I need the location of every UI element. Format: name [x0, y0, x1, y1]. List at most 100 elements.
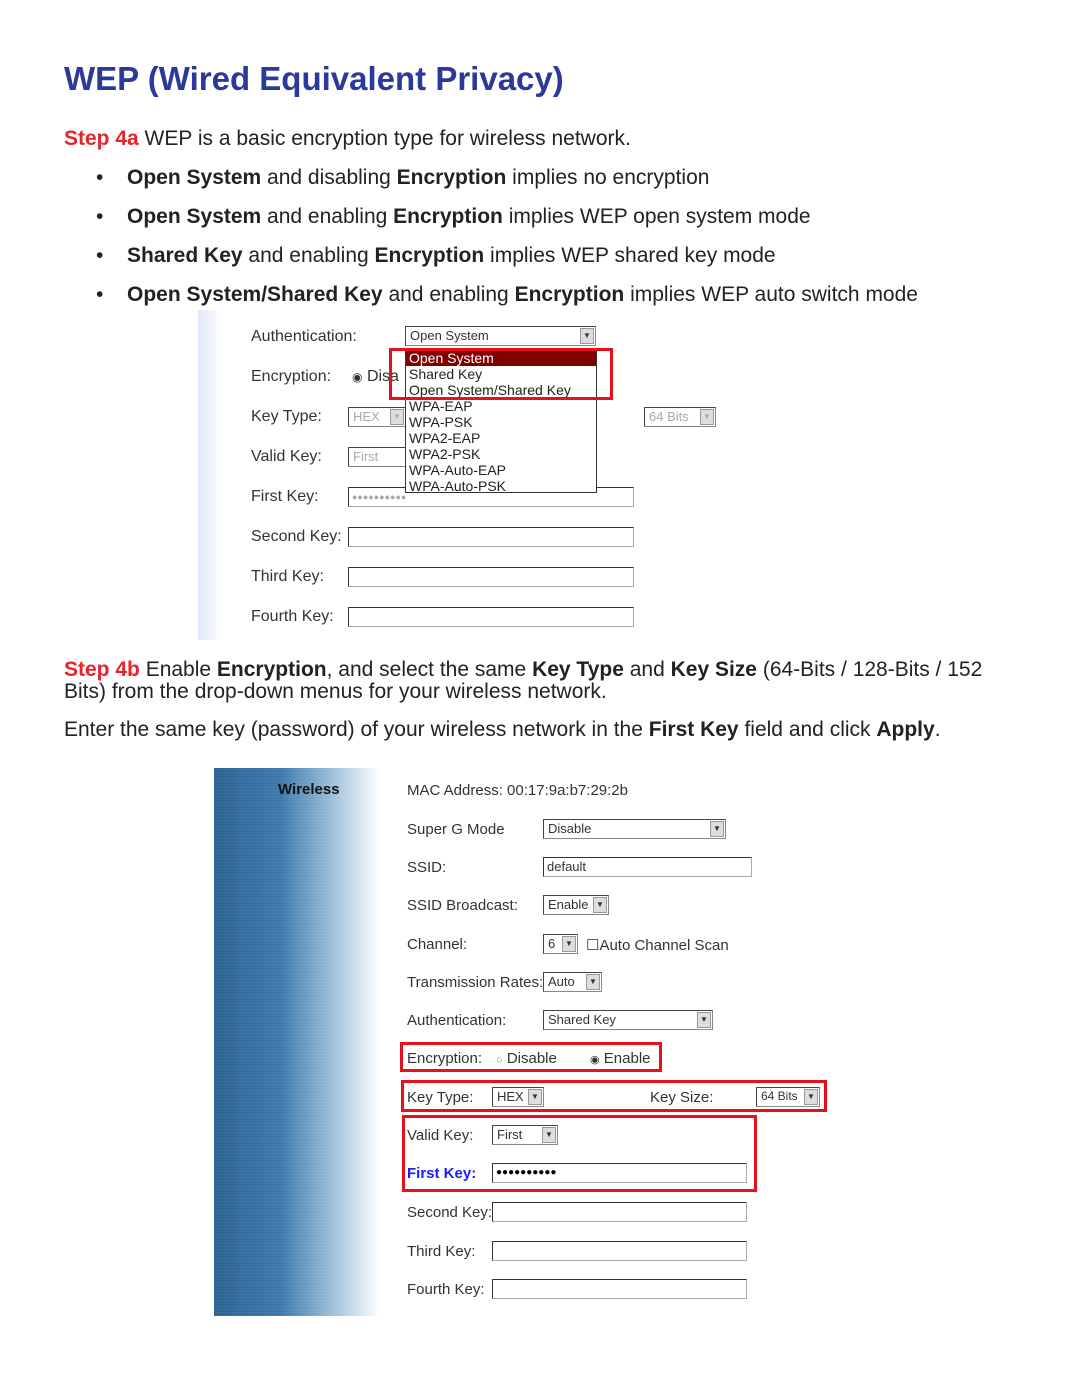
text: and enabling: [382, 283, 515, 306]
dropdown-option[interactable]: WPA-EAP: [406, 398, 596, 414]
authentication-label: Authentication:: [407, 1012, 507, 1029]
bold-text: Open System: [127, 205, 262, 228]
instruction-paragraph: Enter the same key (password) of your wi…: [64, 719, 941, 741]
step-4b-line2: Bits) from the drop-down menus for your …: [64, 680, 607, 703]
select-value: 6: [548, 936, 556, 951]
bold-text: Open System: [127, 166, 262, 189]
dropdown-option[interactable]: WPA-PSK: [406, 414, 596, 430]
third-key-label: Third Key:: [251, 568, 324, 585]
first-key-label: First Key:: [251, 488, 319, 505]
sidebar-title: Wireless: [278, 781, 340, 798]
ssid-broadcast-label: SSID Broadcast:: [407, 897, 518, 914]
chevron-down-icon: ▼: [697, 1012, 711, 1028]
text: and disabling: [261, 166, 397, 189]
select-value: Open System: [410, 328, 489, 343]
bullet-item: • Shared Key and enabling Encryption impl…: [96, 244, 776, 268]
channel-label: Channel:: [407, 936, 468, 953]
radio-selected-icon: ◉: [352, 370, 363, 384]
mac-address: MAC Address: 00:17:9a:b7:29:2b: [407, 782, 628, 799]
auto-channel-scan-checkbox[interactable]: ☐Auto Channel Scan: [586, 936, 729, 954]
chevron-down-icon: ▼: [562, 936, 576, 952]
valid-key-select[interactable]: First: [348, 447, 406, 467]
encryption-label: Encryption:: [251, 368, 332, 385]
ssid-input[interactable]: default: [543, 857, 752, 877]
bullet-item: • Open System and enabling Encryption imp…: [96, 205, 811, 229]
wireless-sidebar: Wireless: [214, 768, 380, 1316]
text: , and select the same: [326, 658, 533, 681]
step-4b: Step 4b Enable Encryption, and select th…: [64, 659, 982, 681]
step-label: Step 4b: [64, 658, 140, 681]
checkbox-label: Auto Channel Scan: [599, 937, 729, 954]
fourth-key-input[interactable]: [492, 1279, 747, 1299]
second-key-label: Second Key:: [251, 528, 342, 545]
chevron-down-icon: ▼: [390, 409, 404, 425]
bold-text: Encryption: [216, 658, 327, 681]
third-key-input[interactable]: [348, 567, 634, 587]
authentication-select[interactable]: Open System ▼: [405, 326, 596, 346]
second-key-input[interactable]: [348, 527, 634, 547]
text: field and click: [738, 718, 877, 741]
bold-text: Shared Key: [127, 244, 243, 267]
bold-text: Encryption: [374, 244, 485, 267]
bullet-icon: •: [96, 283, 104, 306]
select-value: HEX: [353, 409, 380, 424]
text: .: [934, 718, 941, 741]
bullet-item: • Open System and disabling Encryption im…: [96, 166, 709, 190]
select-value: Enable: [548, 897, 589, 912]
text: and enabling: [261, 205, 394, 228]
second-key-input[interactable]: [492, 1202, 747, 1222]
highlight-box: [400, 1042, 662, 1072]
step-text: WEP is a basic encryption type for wirel…: [138, 127, 631, 150]
bold-text: Apply: [876, 718, 935, 741]
super-g-select[interactable]: Disable ▼: [543, 819, 726, 839]
page-title: WEP (Wired Equivalent Privacy): [64, 60, 564, 97]
text: and: [623, 658, 671, 681]
fourth-key-input[interactable]: [348, 607, 634, 627]
text: Enable: [139, 658, 217, 681]
chevron-down-icon: ▼: [586, 974, 600, 990]
bold-text: Encryption: [514, 283, 625, 306]
step-label: Step 4a: [64, 127, 139, 150]
checkbox-icon: ☐: [586, 937, 600, 954]
third-key-input[interactable]: [492, 1241, 747, 1261]
key-type-select[interactable]: HEX ▼: [348, 407, 406, 427]
rates-select[interactable]: Auto ▼: [543, 972, 602, 992]
fourth-key-label: Fourth Key:: [407, 1281, 485, 1298]
chevron-down-icon: ▼: [580, 328, 594, 344]
key-size-select[interactable]: 64 Bits ▼: [644, 407, 716, 427]
dropdown-option[interactable]: WPA-Auto-PSK: [406, 478, 596, 494]
text: implies WEP open system mode: [502, 205, 811, 228]
rates-label: Transmission Rates:: [407, 974, 544, 991]
text: implies no encryption: [506, 166, 710, 189]
bullet-icon: •: [96, 244, 104, 267]
text: implies WEP auto switch mode: [624, 283, 918, 306]
channel-select[interactable]: 6 ▼: [543, 934, 578, 954]
text: and enabling: [242, 244, 375, 267]
text: implies WEP shared key mode: [484, 244, 776, 267]
select-value: First: [353, 449, 379, 464]
third-key-label: Third Key:: [407, 1243, 476, 1260]
bold-text: Key Size: [670, 658, 757, 681]
dropdown-option[interactable]: WPA-Auto-EAP: [406, 462, 596, 478]
dropdown-option[interactable]: WPA2-EAP: [406, 430, 596, 446]
bold-text: Key Type: [532, 658, 624, 681]
select-value: Shared Key: [548, 1012, 616, 1027]
select-value: 64 Bits: [649, 409, 689, 424]
bold-text: Encryption: [393, 205, 503, 228]
chevron-down-icon: ▼: [700, 409, 714, 425]
select-value: Disable: [548, 821, 592, 836]
chevron-down-icon: ▼: [593, 897, 607, 913]
second-key-label: Second Key:: [407, 1204, 493, 1221]
ssid-label: SSID:: [407, 859, 447, 876]
bullet-icon: •: [96, 205, 104, 228]
highlight-box: [389, 348, 613, 400]
chevron-down-icon: ▼: [710, 821, 724, 837]
key-type-label: Key Type:: [251, 408, 322, 425]
authentication-select[interactable]: Shared Key ▼: [543, 1010, 713, 1030]
bold-text: Open System/Shared Key: [127, 283, 383, 306]
select-value: Auto: [548, 974, 575, 989]
ssid-broadcast-select[interactable]: Enable ▼: [543, 895, 609, 915]
super-g-label: Super G Mode: [407, 821, 505, 838]
highlight-box: [402, 1115, 757, 1192]
dropdown-option[interactable]: WPA2-PSK: [406, 446, 596, 462]
